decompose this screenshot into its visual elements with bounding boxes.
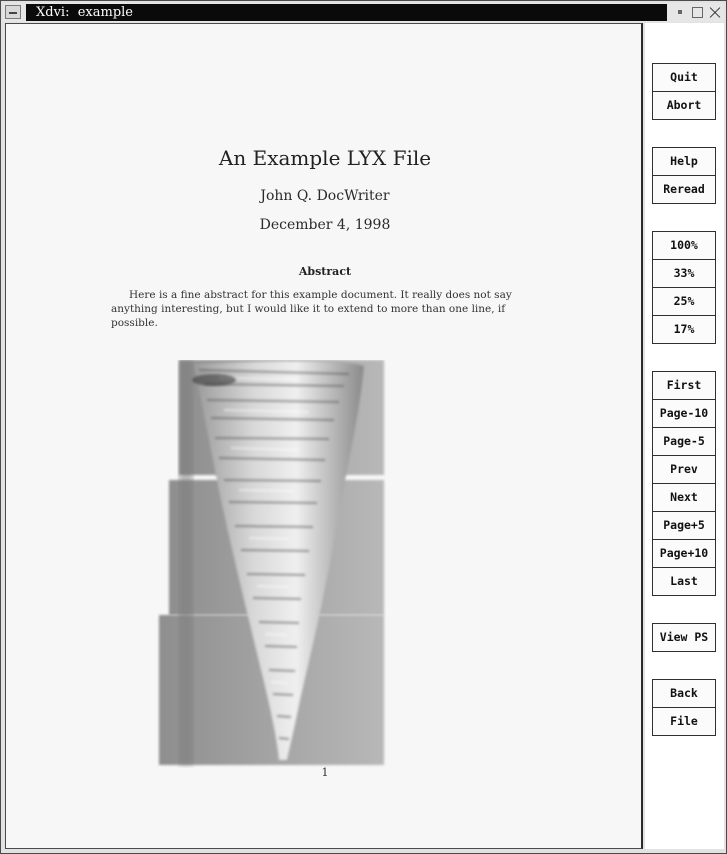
button-panel: Quit Abort Help Reread 100% 33% 25% 17% …: [645, 23, 724, 849]
xdvi-window: Xdvi: example An Example LYX File John Q…: [0, 0, 727, 854]
maximize-icon[interactable]: [692, 7, 703, 18]
button-group-view-ps: View PS: [652, 623, 716, 652]
close-icon[interactable]: [709, 7, 720, 18]
minimize-icon[interactable]: [675, 7, 686, 18]
title-bar: Xdvi: example: [3, 3, 724, 22]
quit-button[interactable]: Quit: [653, 64, 715, 91]
document-author: John Q. DocWriter: [260, 188, 390, 204]
page-minus-5-button[interactable]: Page-5: [653, 427, 715, 455]
prev-page-button[interactable]: Prev: [653, 455, 715, 483]
back-button[interactable]: Back: [653, 680, 715, 707]
file-button[interactable]: File: [653, 707, 715, 735]
button-group-file: Back File: [652, 679, 716, 736]
abort-button[interactable]: Abort: [653, 91, 715, 119]
page-number: 1: [321, 766, 329, 779]
last-page-button[interactable]: Last: [653, 567, 715, 595]
abstract-text: Here is a fine abstract for this example…: [111, 289, 512, 329]
button-group-navigation: First Page-10 Page-5 Prev Next Page+5 Pa…: [652, 371, 716, 596]
window-controls: [673, 4, 725, 21]
button-group-quit: Quit Abort: [652, 63, 716, 120]
dvi-page-view[interactable]: An Example LYX File John Q. DocWriter De…: [5, 23, 643, 849]
button-group-zoom: 100% 33% 25% 17%: [652, 231, 716, 344]
zoom-17-button[interactable]: 17%: [653, 315, 715, 343]
page-plus-5-button[interactable]: Page+5: [653, 511, 715, 539]
window-menu-icon[interactable]: [5, 5, 21, 19]
zoom-100-button[interactable]: 100%: [653, 232, 715, 259]
document-title: An Example LYX File: [218, 146, 432, 170]
help-button[interactable]: Help: [653, 148, 715, 175]
tornado-figure: [159, 360, 384, 765]
reread-button[interactable]: Reread: [653, 175, 715, 203]
next-page-button[interactable]: Next: [653, 483, 715, 511]
page-minus-10-button[interactable]: Page-10: [653, 399, 715, 427]
first-page-button[interactable]: First: [653, 372, 715, 399]
abstract-heading: Abstract: [298, 265, 352, 278]
zoom-25-button[interactable]: 25%: [653, 287, 715, 315]
document-date: December 4, 1998: [259, 217, 391, 233]
zoom-33-button[interactable]: 33%: [653, 259, 715, 287]
title-bar-active[interactable]: Xdvi: example: [26, 4, 667, 21]
view-ps-button[interactable]: View PS: [653, 624, 715, 651]
page-plus-10-button[interactable]: Page+10: [653, 539, 715, 567]
button-group-help: Help Reread: [652, 147, 716, 204]
window-title: Xdvi: example: [36, 5, 133, 20]
